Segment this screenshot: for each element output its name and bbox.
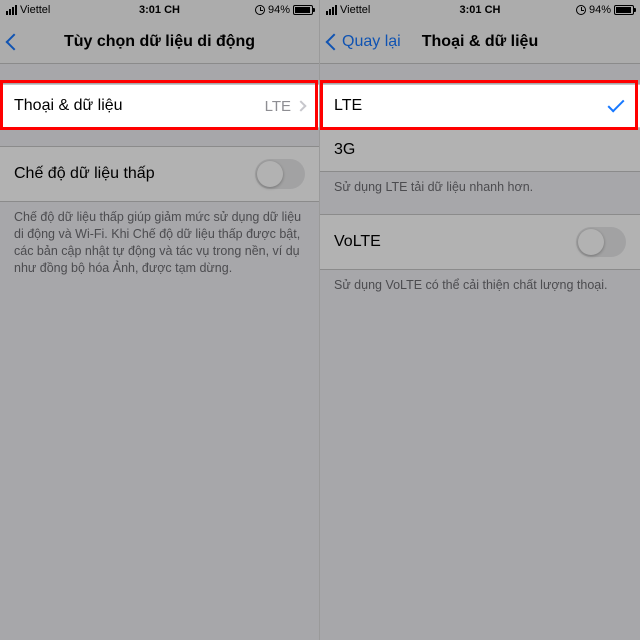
row-value: LTE (265, 98, 291, 115)
low-data-footer: Chế độ dữ liệu thấp giúp giảm mức sử dụn… (0, 202, 319, 277)
row-volte[interactable]: VoLTE (320, 214, 640, 270)
toggle-volte[interactable] (576, 227, 626, 257)
lte-footer: Sử dụng LTE tải dữ liệu nhanh hơn. (320, 172, 640, 196)
toggle-low-data[interactable] (255, 159, 305, 189)
row-3g[interactable]: 3G (320, 128, 640, 172)
nav-bar: Tùy chọn dữ liệu di động (0, 20, 319, 64)
status-bar: Viettel 3:01 CH 94% (320, 0, 640, 20)
chevron-left-icon (6, 33, 23, 50)
battery-icon (293, 5, 313, 15)
content: LTE 3G Sử dụng LTE tải dữ liệu nhanh hơn… (320, 64, 640, 640)
screen-cellular-options: Viettel 3:01 CH 94% Tùy chọn dữ liệu di … (0, 0, 320, 640)
signal-icon (6, 5, 17, 15)
back-button[interactable]: Quay lại (324, 20, 405, 63)
status-bar: Viettel 3:01 CH 94% (0, 0, 319, 20)
alarm-icon (255, 5, 265, 15)
screen-voice-and-data: Viettel 3:01 CH 94% Quay lại Thoại & dữ … (320, 0, 640, 640)
volte-footer: Sử dụng VoLTE có thể cải thiện chất lượn… (320, 270, 640, 294)
page-title: Tùy chọn dữ liệu di động (64, 33, 255, 51)
row-label: Chế độ dữ liệu thấp (14, 165, 155, 183)
row-lte[interactable]: LTE (320, 84, 640, 128)
page-title: Thoại & dữ liệu (422, 33, 538, 51)
back-label: Quay lại (342, 33, 401, 51)
content: Thoại & dữ liệu LTE Chế độ dữ liệu thấp … (0, 64, 319, 640)
row-label: LTE (334, 97, 362, 115)
row-label: Thoại & dữ liệu (14, 97, 123, 115)
carrier-label: Viettel (20, 4, 50, 16)
carrier-label: Viettel (340, 4, 370, 16)
signal-icon (326, 5, 337, 15)
checkmark-icon (608, 96, 625, 113)
battery-icon (614, 5, 634, 15)
chevron-left-icon (326, 33, 343, 50)
alarm-icon (576, 5, 586, 15)
row-voice-and-data[interactable]: Thoại & dữ liệu LTE (0, 84, 319, 128)
row-low-data-mode[interactable]: Chế độ dữ liệu thấp (0, 146, 319, 202)
chevron-right-icon (295, 100, 306, 111)
row-label: 3G (334, 141, 355, 159)
nav-bar: Quay lại Thoại & dữ liệu (320, 20, 640, 64)
battery-pct: 94% (268, 4, 290, 16)
back-button[interactable] (4, 20, 24, 63)
row-label: VoLTE (334, 233, 381, 251)
battery-pct: 94% (589, 4, 611, 16)
